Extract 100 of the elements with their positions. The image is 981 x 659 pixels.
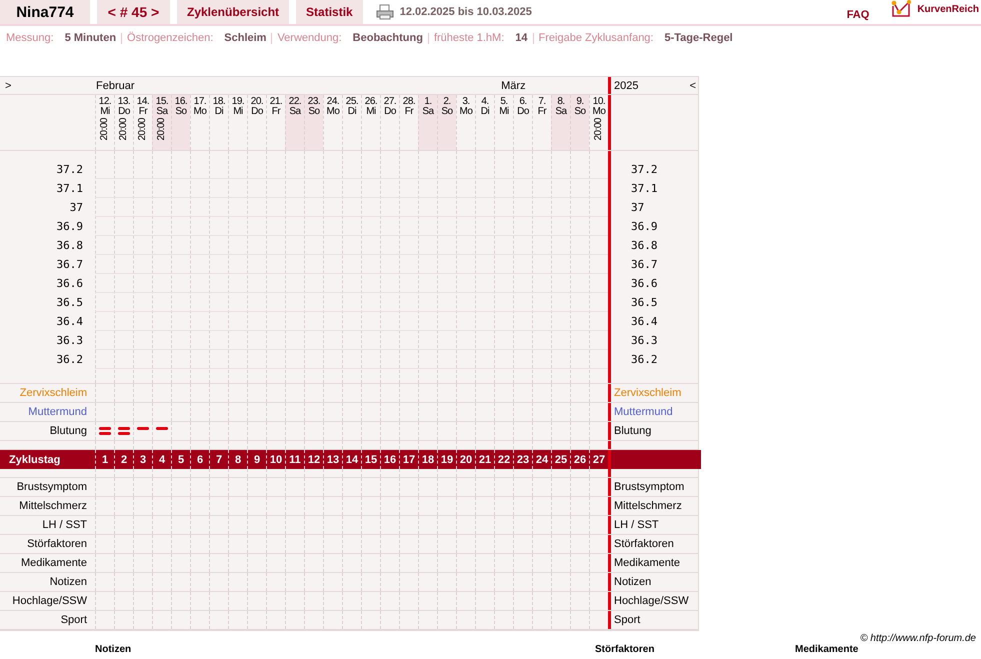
day-header: 23. So — [304, 95, 323, 150]
row-label: Störfaktoren — [27, 538, 87, 550]
row-label: Medikamente — [614, 557, 680, 569]
row-label: Blutung — [50, 425, 87, 437]
setting-value: Beobachtung — [352, 32, 423, 44]
day-header: 9. So — [570, 95, 589, 150]
month-label: März — [500, 80, 527, 92]
cycle-day-label: Zyklustag — [9, 454, 60, 466]
year-label: 2025 — [614, 80, 638, 92]
temperature-label: 37 — [631, 200, 644, 216]
temperature-label: 36.7 — [631, 257, 658, 273]
temperature-label: 36.4 — [56, 314, 83, 330]
day-header: 5. Mi — [494, 95, 513, 150]
row-label: Brustsymptom — [614, 481, 684, 493]
month-label: Februar — [95, 80, 136, 92]
date-range: 12.02.2025 bis 10.03.2025 — [400, 6, 532, 18]
cycle-day-number: 1 — [102, 454, 108, 466]
row-label: Zervixschleim — [20, 387, 87, 399]
curve-logo-icon — [891, 0, 914, 18]
faq-link[interactable]: FAQ — [846, 3, 870, 21]
row-label: Notizen — [614, 576, 652, 588]
cycle-day-number: 15 — [364, 454, 378, 466]
cycle-day-number: 11 — [289, 454, 301, 466]
cycle-navigation[interactable]: < # 45 > — [97, 0, 170, 24]
cycle-day-number: 4 — [158, 454, 166, 466]
day-header: 3. Mo — [456, 95, 475, 150]
row-label: Notizen — [50, 576, 87, 588]
brand-name: KurvenReich — [917, 4, 979, 14]
cycle-day-number: 19 — [440, 454, 454, 466]
day-header: 8. Sa — [551, 95, 570, 150]
temperature-label: 36.6 — [56, 276, 83, 292]
copyright-link[interactable]: © http://www.nfp-forum.de — [860, 633, 976, 644]
row-label: Hochlage/SSW — [12, 595, 87, 607]
temperature-label: 36.4 — [631, 314, 658, 330]
temperature-label: 36.2 — [631, 352, 658, 368]
row-label: Medikamente — [20, 557, 87, 569]
cycle-day-number: 5 — [178, 454, 184, 466]
temperature-label: 36.3 — [631, 333, 658, 349]
day-header: 16. So — [171, 95, 190, 150]
row-label: Mittelschmerz — [614, 500, 682, 512]
temperature-label: 36.3 — [56, 333, 83, 349]
cycle-day-number: 23 — [516, 454, 530, 466]
temperature-label: 37 — [70, 200, 83, 216]
temperature-label: 36.2 — [56, 352, 83, 368]
day-header: 13. Do 20:00 — [114, 95, 133, 150]
temperature-label: 36.6 — [631, 276, 658, 292]
row-label: Muttermund — [614, 406, 673, 418]
next-arrow[interactable]: > — [0, 77, 95, 94]
day-header: 25. Di — [342, 95, 361, 150]
cycle-day-number: 10 — [270, 454, 282, 466]
setting-label: Östrogenzeichen: — [127, 32, 214, 44]
day-header: 15. Sa 20:00 — [152, 95, 171, 150]
day-header: 20. Do — [247, 95, 266, 150]
setting-value: Schleim — [224, 32, 266, 44]
day-header: 27. Do — [380, 95, 399, 150]
day-header: 2. So — [437, 95, 456, 150]
setting-label: früheste 1.hM: — [434, 32, 504, 44]
day-header: 18. Di — [209, 95, 228, 150]
setting-value: 5 Minuten — [64, 32, 116, 44]
cycle-day-number: 12 — [308, 454, 320, 466]
setting-label: Freigabe Zyklusanfang: — [538, 32, 654, 44]
temperature-label: 37.1 — [56, 181, 83, 197]
setting-value: 14 — [515, 32, 528, 44]
cycle-day-number: 2 — [120, 454, 128, 466]
row-label: Zervixschleim — [614, 387, 682, 399]
setting-label: Verwendung: — [277, 32, 342, 44]
cycle-day-number: 8 — [234, 454, 242, 466]
cycle-day-number: 6 — [196, 454, 204, 466]
day-header: 19. Mi — [228, 95, 247, 150]
temperature-label: 37.2 — [56, 162, 83, 178]
row-label: Brustsymptom — [16, 481, 87, 493]
day-header: 17. Mo — [190, 95, 209, 150]
cycle-day-number: 7 — [216, 454, 222, 466]
cycle-day-number: 14 — [346, 454, 358, 466]
day-header: 4. Di — [475, 95, 494, 150]
day-header: 1. Sa — [418, 95, 437, 150]
previous-arrow[interactable]: < — [690, 80, 696, 92]
temperature-label: 36.9 — [56, 219, 83, 235]
day-header: 26. Mi — [361, 95, 380, 150]
row-label: Störfaktoren — [614, 538, 674, 550]
temperature-label: 37.1 — [631, 181, 658, 197]
temperature-label: 36.7 — [56, 257, 83, 273]
printer-icon[interactable] — [376, 4, 394, 20]
row-label: Sport — [614, 614, 640, 626]
section-heading: Störfaktoren — [595, 644, 654, 655]
day-header: 12. Mi 20:00 — [95, 95, 114, 150]
row-label: Mittelschmerz — [19, 500, 87, 512]
temperature-label: 36.9 — [631, 219, 658, 235]
nav-tab[interactable]: Statistik — [296, 0, 363, 24]
setting-label: Messung: — [6, 32, 54, 44]
cycle-day-number: 26 — [574, 454, 586, 466]
cycle-day-number: 21 — [478, 454, 492, 466]
day-header: 22. Sa — [285, 95, 304, 150]
cycle-day-number: 24 — [536, 454, 548, 466]
temperature-label: 36.8 — [631, 238, 658, 254]
cycle-day-number: 13 — [326, 454, 340, 466]
day-header: 6. Do — [513, 95, 532, 150]
row-label: LH / SST — [614, 519, 659, 531]
temperature-label: 36.5 — [631, 295, 658, 311]
nav-tab[interactable]: Zyklenübersicht — [177, 0, 290, 24]
